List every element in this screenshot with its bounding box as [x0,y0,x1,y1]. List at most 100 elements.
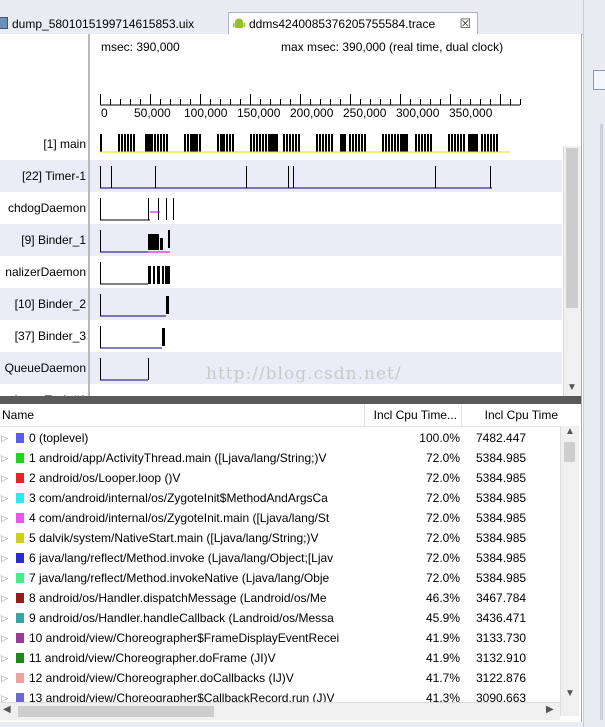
method-segment[interactable] [388,134,390,152]
column-header-name[interactable]: Name [0,404,365,426]
method-segment[interactable] [148,266,151,284]
method-segment[interactable] [394,134,396,152]
method-segment[interactable] [100,134,102,152]
method-segment[interactable] [133,134,135,152]
method-segment[interactable] [435,166,436,188]
method-segment[interactable] [463,134,465,152]
method-segment[interactable] [349,134,351,152]
thread-timeline[interactable] [100,224,520,256]
method-segment[interactable] [187,134,189,152]
method-segment[interactable] [157,134,159,152]
tab-trace-file[interactable]: ddms4240085376205755584.trace ☒ [228,12,478,35]
method-segment[interactable] [391,134,393,152]
table-row[interactable]: ▷ 6 java/lang/reflect/Method.invoke (Ljav… [0,548,560,568]
scroll-thumb[interactable] [566,148,578,308]
thread-label[interactable]: [10] Binder_2 [0,288,86,320]
method-segment[interactable] [145,134,153,152]
method-segment[interactable] [352,134,354,152]
expand-arrow-icon[interactable]: ▷ [1,488,8,508]
method-segment[interactable] [424,134,426,152]
expand-arrow-icon[interactable]: ▷ [1,668,8,688]
method-segment[interactable] [173,198,174,220]
method-segment[interactable] [292,134,294,152]
method-segment[interactable] [100,198,101,220]
method-segment[interactable] [246,166,247,188]
method-segment[interactable] [232,134,234,152]
method-segment[interactable] [127,134,129,152]
expand-arrow-icon[interactable]: ▷ [1,528,8,548]
thread-row[interactable]: nalizerDaemon [0,256,562,288]
method-segment[interactable] [397,134,399,152]
thread-row[interactable]: [37] Binder_3 [0,320,562,352]
method-segment[interactable] [157,266,160,284]
method-segment[interactable] [460,134,462,152]
pane-splitter[interactable] [0,396,581,404]
method-segment[interactable] [382,134,384,152]
method-segment[interactable] [496,134,498,152]
expand-arrow-icon[interactable]: ▷ [1,548,8,568]
method-segment[interactable] [400,134,408,152]
table-row[interactable]: ▷ 10 android/view/Choreographer$FrameDisp… [0,628,560,648]
table-row[interactable]: ▷ 3 com/android/internal/os/ZygoteInit$Me… [0,488,560,508]
method-segment[interactable] [283,134,285,152]
method-segment[interactable] [100,230,101,252]
method-segment[interactable] [163,134,165,152]
timeline-scrollbar[interactable]: ▼ [563,146,581,396]
table-vertical-scrollbar[interactable]: ▲ ▼ [560,426,579,716]
thread-label[interactable]: chdogDaemon [0,192,86,224]
thread-label[interactable]: [9] Binder_1 [0,224,86,256]
method-segment[interactable] [490,134,492,152]
table-row[interactable]: ▷ 7 java/lang/reflect/Method.invokeNative… [0,568,560,588]
thread-row[interactable]: [10] Binder_2 [0,288,562,320]
method-segment[interactable] [256,134,258,152]
scroll-thumb[interactable] [18,706,214,717]
thread-label[interactable]: QueueDaemon [0,352,86,384]
method-segment[interactable] [259,134,261,152]
method-segment[interactable] [340,134,346,152]
thread-label[interactable]: …AsyncTask #1 [0,384,86,396]
method-segment[interactable] [158,198,159,220]
method-segment[interactable] [148,198,149,220]
method-segment[interactable] [250,134,252,152]
table-row[interactable]: ▷ 1 android/app/ActivityThread.main ([Lja… [0,448,560,468]
method-segment[interactable] [430,134,432,152]
method-segment[interactable] [220,134,224,152]
method-segment[interactable] [100,358,101,380]
method-segment[interactable] [130,134,132,152]
method-segment[interactable] [448,134,450,152]
method-segment[interactable] [457,134,459,152]
thread-row[interactable]: [1] main [0,128,562,160]
minimized-view-button[interactable] [593,70,605,90]
method-segment[interactable] [148,234,159,250]
expand-arrow-icon[interactable]: ▷ [1,568,8,588]
method-segment[interactable] [288,166,289,188]
method-segment[interactable] [265,134,267,152]
scroll-down-icon[interactable]: ▼ [567,382,577,393]
method-segment[interactable] [331,134,333,152]
table-row[interactable]: ▷ 12 android/view/Choreographer.doCallbac… [0,668,560,688]
method-segment[interactable] [385,134,387,152]
method-segment[interactable] [468,134,478,152]
method-segment[interactable] [481,134,483,152]
method-segment[interactable] [229,134,231,152]
method-segment[interactable] [493,134,495,152]
method-segment[interactable] [358,134,360,152]
thread-timeline[interactable] [100,384,520,396]
method-segment[interactable] [286,134,288,152]
scroll-up-icon[interactable]: ▲ [565,426,575,437]
expand-arrow-icon[interactable]: ▷ [1,588,8,608]
thread-timeline[interactable] [100,128,520,160]
method-segment[interactable] [319,134,321,152]
table-row[interactable]: ▷ 5 dalvik/system/NativeStart.main ([Ljav… [0,528,560,548]
thread-row[interactable]: chdogDaemon [0,192,562,224]
thread-row[interactable]: [9] Binder_1 [0,224,562,256]
expand-arrow-icon[interactable]: ▷ [1,448,8,468]
table-row[interactable]: ▷ 0 (toplevel) 100.0% 7482.447 [0,428,560,448]
column-header-incl-cpu-pct[interactable]: Incl Cpu Time... [364,404,462,426]
method-segment[interactable] [427,134,429,152]
thread-timeline[interactable] [100,256,520,288]
thread-timeline[interactable] [100,192,520,224]
expand-arrow-icon[interactable]: ▷ [1,648,8,668]
scroll-thumb[interactable] [564,442,575,462]
method-segment[interactable] [199,134,201,152]
